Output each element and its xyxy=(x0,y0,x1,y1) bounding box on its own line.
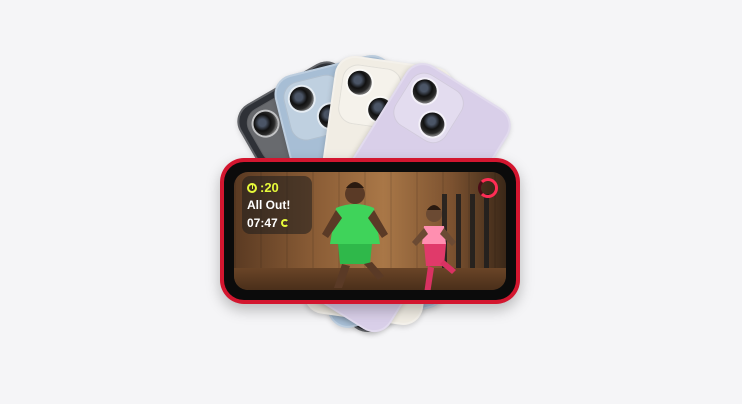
camera-lens xyxy=(346,69,374,97)
interval-timer-value: :20 xyxy=(260,180,279,195)
camera-lens xyxy=(249,107,282,141)
elapsed-time-value: 07:47 xyxy=(247,216,278,230)
progress-ring-icon xyxy=(280,219,289,227)
phone-bezel: :20 All Out! 07:47 xyxy=(224,162,516,300)
coach-message: All Out! xyxy=(247,198,291,212)
interval-timer: :20 xyxy=(247,180,279,195)
product-hero: :20 All Out! 07:47 xyxy=(0,0,742,404)
camera-lens xyxy=(408,74,442,108)
camera-lens xyxy=(415,107,449,141)
workout-metrics-overlay: :20 All Out! 07:47 xyxy=(242,176,312,234)
camera-lens xyxy=(287,84,317,114)
elapsed-time: 07:47 xyxy=(247,216,289,230)
trainer-pink-outfit xyxy=(412,205,456,290)
workout-video-screen: :20 All Out! 07:47 xyxy=(234,172,506,290)
phone-red-front: :20 All Out! 07:47 xyxy=(220,158,520,304)
stopwatch-icon xyxy=(247,182,257,193)
trainer-green-shirt xyxy=(322,182,388,288)
activity-ring-icon xyxy=(478,178,498,198)
